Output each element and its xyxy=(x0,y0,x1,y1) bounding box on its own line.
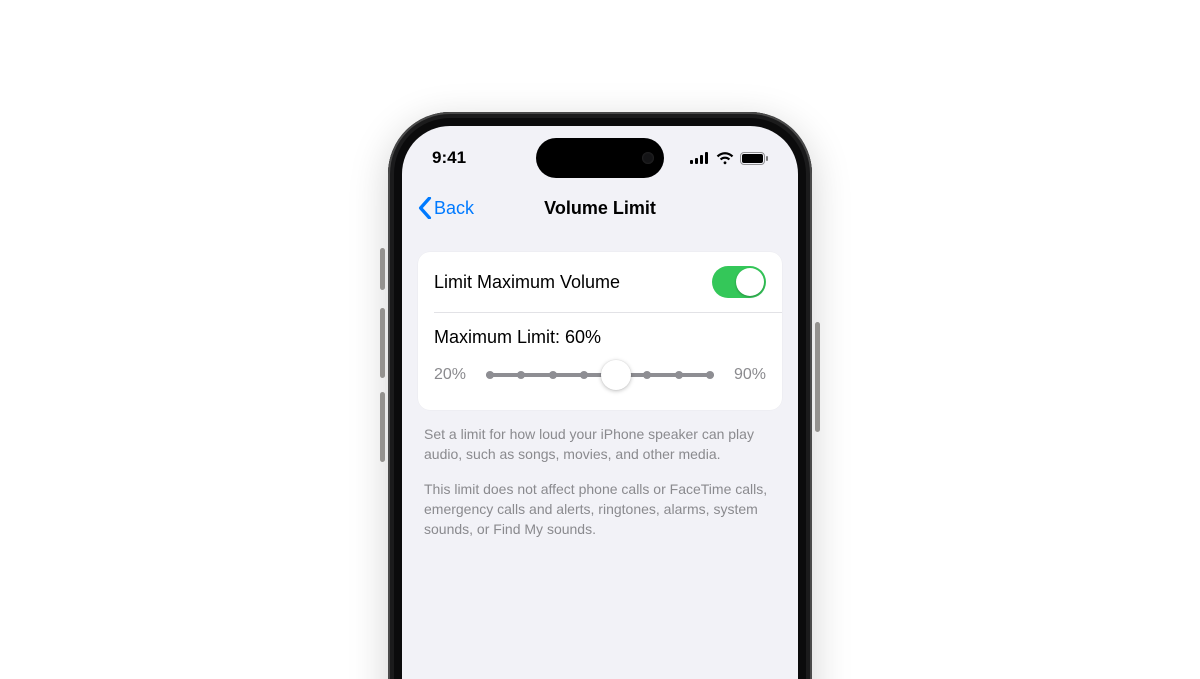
slider-thumb[interactable] xyxy=(601,360,631,390)
status-bar: 9:41 xyxy=(402,126,798,184)
toggle-thumb xyxy=(736,268,764,296)
slider-max-label: 90% xyxy=(726,366,766,384)
nav-bar: Back Volume Limit xyxy=(402,184,798,232)
page-title: Volume Limit xyxy=(544,198,656,219)
slider-row: 20% 90% xyxy=(418,352,782,410)
phone-frame: 9:41 xyxy=(388,112,812,679)
battery-icon xyxy=(740,152,768,165)
side-button-power xyxy=(815,322,820,432)
canvas: 9:41 xyxy=(0,0,1200,679)
back-button[interactable]: Back xyxy=(410,191,482,225)
helper-text: Set a limit for how loud your iPhone spe… xyxy=(418,424,782,539)
limit-toggle-label: Limit Maximum Volume xyxy=(434,272,620,293)
content-area: Limit Maximum Volume Maximum Limit: 60% … xyxy=(418,252,782,553)
back-label: Back xyxy=(434,198,474,219)
slider-min-label: 20% xyxy=(434,366,474,384)
status-icons xyxy=(690,152,768,165)
settings-card: Limit Maximum Volume Maximum Limit: 60% … xyxy=(418,252,782,410)
side-button-silence xyxy=(380,248,385,290)
max-limit-label: Maximum Limit: 60% xyxy=(434,327,601,348)
max-limit-row: Maximum Limit: 60% xyxy=(418,313,782,352)
helper-p1: Set a limit for how loud your iPhone spe… xyxy=(424,424,776,465)
slider-track xyxy=(486,373,714,377)
limit-toggle[interactable] xyxy=(712,266,766,298)
cellular-icon xyxy=(690,152,710,164)
chevron-left-icon xyxy=(418,197,432,219)
status-time: 9:41 xyxy=(432,148,466,168)
wifi-icon xyxy=(716,152,734,165)
side-button-vol-up xyxy=(380,308,385,378)
side-button-vol-down xyxy=(380,392,385,462)
limit-toggle-row: Limit Maximum Volume xyxy=(418,252,782,312)
phone-screen: 9:41 xyxy=(402,126,798,679)
helper-p2: This limit does not affect phone calls o… xyxy=(424,479,776,540)
volume-slider[interactable] xyxy=(486,360,714,390)
